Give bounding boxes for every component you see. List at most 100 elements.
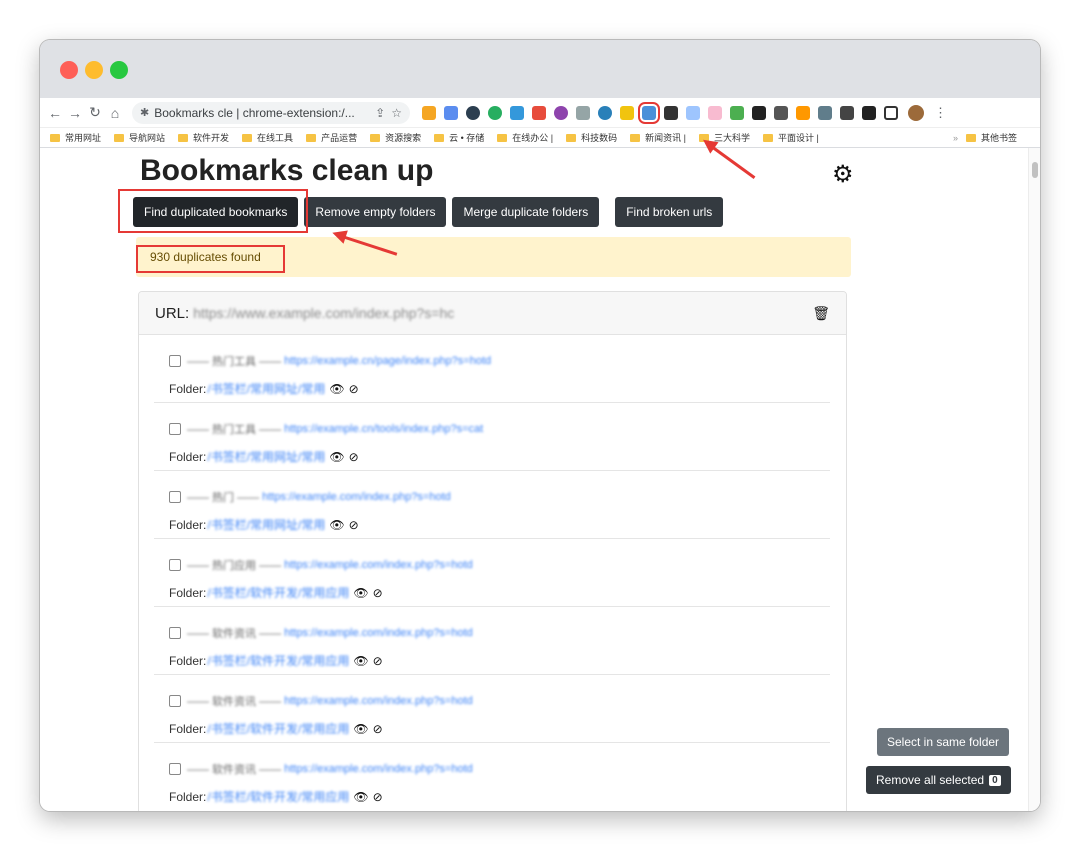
bookmark-folder[interactable]: 科技数码 [566, 131, 617, 144]
folder-path-link[interactable]: /书签栏/软件开发/常用应用 [207, 720, 349, 737]
bookmark-url-link[interactable]: https://example.com/index.php?s=hotd [262, 491, 451, 503]
bookmark-folder[interactable]: 导航网站 [114, 131, 165, 144]
reload-icon[interactable]: ↻ [86, 103, 104, 123]
bookmark-row: —— 软件资讯 —— https://example.com/index.php… [169, 693, 473, 709]
bookmark-folder[interactable]: 软件开发 [178, 131, 229, 144]
extension-icon[interactable] [818, 105, 832, 120]
forward-icon[interactable]: → [66, 103, 84, 123]
extension-icon[interactable] [598, 105, 612, 120]
qr-code-icon[interactable] [664, 105, 678, 120]
bookmark-url-link[interactable]: https://example.com/index.php?s=hotd [284, 627, 473, 639]
bookmarks-bar: 常用网址 导航网站 软件开发 在线工具 产品运营 资源搜索 云 • 存储 在线办… [40, 128, 1040, 148]
eye-icon[interactable]: 👁 [353, 790, 368, 804]
select-checkbox[interactable] [169, 695, 181, 707]
merge-duplicate-folders-button[interactable]: Merge duplicate folders [452, 197, 600, 227]
avatar[interactable] [908, 104, 924, 121]
extension-icon[interactable] [532, 105, 546, 120]
back-icon[interactable]: ← [46, 103, 64, 123]
scrollbar-thumb[interactable] [1032, 162, 1038, 178]
select-checkbox[interactable] [169, 355, 181, 367]
other-bookmarks-folder[interactable]: 其他书签 [965, 131, 1017, 144]
eye-icon[interactable]: 👁 [329, 518, 344, 532]
address-bar[interactable]: ✱ Bookmarks cle | chrome-extension:/... … [132, 101, 410, 124]
folder-label: Folder: [169, 653, 207, 668]
eye-slash-icon[interactable]: ⊘ [373, 722, 383, 736]
bookmark-url-link[interactable]: https://example.cn/page/index.php?s=hotd [284, 355, 491, 367]
extension-icon[interactable] [620, 105, 634, 120]
minimize-window-button[interactable] [85, 61, 103, 79]
gear-icon[interactable]: ⚙ [832, 160, 854, 189]
folder-row: Folder: /书签栏/常用网址/常用 👁 ⊘ [169, 516, 359, 533]
extension-icon[interactable] [444, 105, 458, 120]
list-item: —— 软件资讯 —— https://example.com/index.php… [154, 607, 830, 675]
bookmark-folder[interactable]: 在线工具 [242, 131, 293, 144]
extension-icon[interactable] [510, 105, 524, 120]
bookmark-url-link[interactable]: https://example.cn/tools/index.php?s=cat [284, 423, 483, 435]
bookmark-url-link[interactable]: https://example.com/index.php?s=hotd [284, 763, 473, 775]
share-icon[interactable]: ⇪ [375, 106, 385, 120]
extension-icon[interactable] [730, 105, 744, 120]
eye-slash-icon[interactable]: ⊘ [373, 586, 383, 600]
select-checkbox[interactable] [169, 627, 181, 639]
star-icon[interactable]: ☆ [391, 106, 402, 120]
bookmark-folder[interactable]: 平面设计 | [762, 131, 819, 144]
eye-slash-icon[interactable]: ⊘ [349, 450, 359, 464]
eye-slash-icon[interactable]: ⊘ [349, 518, 359, 532]
extension-icon[interactable] [576, 105, 590, 120]
extension-icon[interactable] [774, 105, 788, 120]
folder-path-link[interactable]: /书签栏/软件开发/常用应用 [207, 584, 349, 601]
folder-path-link[interactable]: /书签栏/常用网址/常用 [207, 380, 325, 397]
extension-icon[interactable] [796, 105, 810, 120]
extension-icon[interactable] [840, 105, 854, 120]
eye-icon[interactable]: 👁 [353, 654, 368, 668]
bookmarks-cleanup-extension-icon[interactable] [638, 101, 660, 124]
bookmark-folder[interactable]: 常用网址 [50, 131, 101, 144]
eye-slash-icon[interactable]: ⊘ [349, 382, 359, 396]
select-checkbox[interactable] [169, 491, 181, 503]
eye-icon[interactable]: 👁 [353, 586, 368, 600]
bookmark-folder[interactable]: 产品运营 [306, 131, 357, 144]
extension-icon[interactable] [554, 105, 568, 120]
bookmark-folder[interactable]: 新闻资讯 | [630, 131, 686, 144]
extension-icon[interactable] [466, 105, 480, 120]
extension-icon[interactable] [708, 105, 722, 120]
bookmark-folder[interactable]: 在线办公 | [497, 131, 553, 144]
home-icon[interactable]: ⌂ [106, 103, 124, 123]
bookmark-title: —— 热门应用 —— [187, 560, 282, 572]
menu-icon[interactable]: ⋮ [934, 105, 947, 121]
eye-icon[interactable]: 👁 [353, 722, 368, 736]
extension-icon[interactable] [752, 105, 766, 120]
find-broken-urls-button[interactable]: Find broken urls [615, 197, 724, 227]
bookmark-folder[interactable]: 云 • 存储 [434, 131, 484, 144]
folder-path-link[interactable]: /书签栏/常用网址/常用 [207, 448, 325, 465]
remove-all-selected-button[interactable]: Remove all selected 0 [866, 766, 1011, 794]
trash-icon[interactable]: 🗑 [812, 305, 830, 322]
bookmark-url-link[interactable]: https://example.com/index.php?s=hotd [284, 695, 473, 707]
eye-slash-icon[interactable]: ⊘ [373, 654, 383, 668]
bookmarks-overflow-button[interactable]: » [953, 133, 958, 143]
bookmark-folder[interactable]: 资源搜索 [370, 131, 421, 144]
bookmark-url-link[interactable]: https://example.com/index.php?s=hotd [284, 559, 473, 571]
remove-empty-folders-button[interactable]: Remove empty folders [304, 197, 447, 227]
select-checkbox[interactable] [169, 423, 181, 435]
list-item: —— 软件资讯 —— https://example.com/index.php… [154, 743, 830, 811]
eye-icon[interactable]: 👁 [329, 382, 344, 396]
page-scrollbar[interactable] [1028, 148, 1040, 811]
select-checkbox[interactable] [169, 763, 181, 775]
extension-icon[interactable] [686, 105, 700, 120]
select-checkbox[interactable] [169, 559, 181, 571]
puzzle-icon[interactable] [862, 105, 876, 120]
maximize-window-button[interactable] [110, 61, 128, 79]
select-in-same-folder-button[interactable]: Select in same folder [877, 728, 1010, 756]
extension-icon[interactable] [488, 105, 502, 120]
side-panel-icon[interactable] [884, 105, 898, 120]
folder-path-link[interactable]: /书签栏/软件开发/常用应用 [207, 788, 349, 805]
eye-slash-icon[interactable]: ⊘ [373, 790, 383, 804]
bookmark-folder-label: 产品运营 [321, 133, 358, 143]
folder-path-link[interactable]: /书签栏/常用网址/常用 [207, 516, 325, 533]
extension-icon[interactable] [422, 105, 436, 120]
folder-path-link[interactable]: /书签栏/软件开发/常用应用 [207, 652, 349, 669]
close-window-button[interactable] [60, 61, 78, 79]
bookmark-folder-label: 科技数码 [581, 133, 618, 143]
eye-icon[interactable]: 👁 [329, 450, 344, 464]
